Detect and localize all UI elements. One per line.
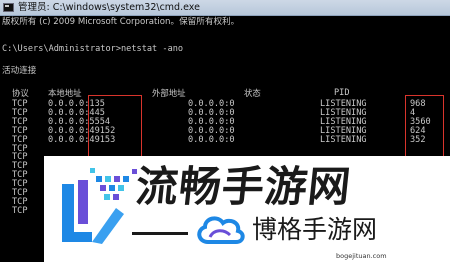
cmd-window: 管理员: C:\windows\system32\cmd.exe 版权所有 (c… xyxy=(0,0,450,262)
header-local-address: 本地地址 xyxy=(48,88,82,98)
divider xyxy=(132,232,188,235)
window-title: 管理员: C:\windows\system32\cmd.exe xyxy=(18,2,200,13)
cell-foreign-address: 0.0.0.0:0 xyxy=(188,134,235,145)
site-domain: bogejituan.com xyxy=(336,252,387,260)
brand-logo-icon xyxy=(62,168,137,244)
cell-proto: TCP xyxy=(12,205,28,216)
sub-brand-name: 博格手游网 xyxy=(252,215,378,244)
title-bar[interactable]: 管理员: C:\windows\system32\cmd.exe xyxy=(0,0,450,16)
header-foreign-address: 外部地址 xyxy=(152,88,186,98)
brand-name: 流畅手游网 xyxy=(133,162,354,211)
copyright-line: 版权所有 (c) 2009 Microsoft Corporation。保留所有… xyxy=(2,17,240,27)
cell-state: LISTENING xyxy=(320,134,367,145)
sub-brand: 博格手游网 xyxy=(132,208,444,252)
cloud-logo-icon xyxy=(197,216,245,244)
command-prompt-line: C:\Users\Administrator>netstat -ano xyxy=(2,44,184,54)
header-state: 状态 xyxy=(244,88,261,98)
header-proto: 协议 xyxy=(12,88,29,98)
cmd-icon xyxy=(3,3,14,12)
header-pid: PID xyxy=(334,88,350,98)
watermark-banner: 流畅手游网 博格手游网 bogejituan.com xyxy=(44,156,450,262)
section-title: 活动连接 xyxy=(2,66,37,76)
